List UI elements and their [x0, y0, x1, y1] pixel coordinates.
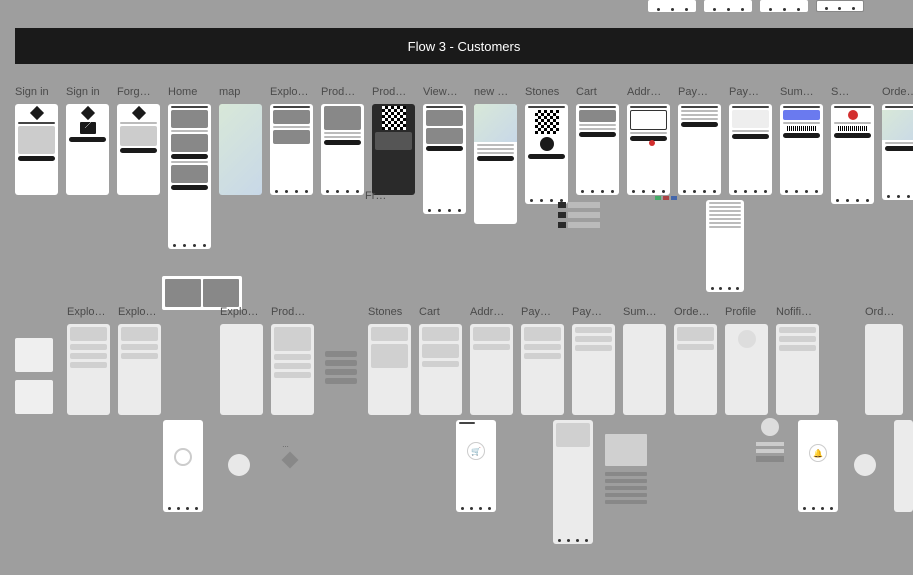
ellipsis-label: …	[282, 442, 289, 449]
frame-address1[interactable]: Addr…	[627, 86, 670, 249]
section-title: Flow 3 - Customers	[408, 39, 521, 54]
frame-view[interactable]: View…	[423, 86, 466, 249]
frame-order2[interactable]: Orde…	[674, 306, 717, 415]
frames-row-2: Explo… Explo… Explo… Prod… Stones Cart A…	[15, 306, 903, 415]
frame-order1[interactable]: Orde…	[882, 86, 913, 249]
frame-new[interactable]: new …	[474, 86, 517, 249]
frame-explore4[interactable]: Explo…	[220, 306, 263, 415]
top-mini-thumbnails	[648, 0, 864, 12]
mini-thumb[interactable]	[816, 0, 864, 12]
extra-frame-loading[interactable]	[163, 420, 203, 512]
detail-color-chips	[655, 196, 677, 200]
frame-blank-pair[interactable]	[15, 306, 53, 415]
mini-thumb[interactable]	[704, 0, 752, 12]
frame-stones2[interactable]: Stones	[368, 306, 411, 415]
frame-gap1	[169, 306, 212, 415]
profile-stack	[756, 418, 784, 465]
frame-summary1[interactable]: Sum…	[780, 86, 823, 249]
mini-thumb[interactable]	[648, 0, 696, 12]
frame-product2[interactable]: Prod…	[372, 86, 415, 249]
detail-group-list	[558, 202, 600, 232]
frame-product3[interactable]: Prod…	[271, 306, 314, 415]
sticky-image-pair[interactable]	[162, 276, 242, 310]
frame-explore2[interactable]: Explo…	[67, 306, 110, 415]
frame-extra-label: Fr…	[365, 190, 386, 204]
extra-frame-long-list[interactable]	[553, 420, 593, 544]
frame-payment3[interactable]: Pay…	[521, 306, 564, 415]
mini-thumb[interactable]	[760, 0, 808, 12]
float-circle-1	[228, 454, 250, 476]
frame-address2[interactable]: Addr…	[470, 306, 513, 415]
frame-home[interactable]: Home	[168, 86, 211, 249]
float-circle-2	[854, 454, 876, 476]
frame-profile2[interactable]: Profile	[725, 306, 768, 415]
extra-frame-edge[interactable]	[894, 420, 913, 512]
frame-forgot[interactable]: Forg…	[117, 86, 160, 249]
frame-product1[interactable]: Prod…	[321, 86, 364, 249]
frames-row-1: Sign in Sign in Forg… Home map Explo… Pr…	[15, 86, 913, 249]
frame-signin1[interactable]: Sign in	[15, 86, 58, 249]
frame-notif[interactable]: Nofifi…	[776, 306, 819, 415]
frame-order3[interactable]: Ord…	[865, 306, 903, 415]
detail-lines-stack	[605, 434, 647, 507]
frame-explore3[interactable]: Explo…	[118, 306, 161, 415]
extra-frame-notif-bell[interactable]: 🔔	[798, 420, 838, 512]
frame-explore1[interactable]: Explo…	[270, 86, 313, 249]
frame-signin2[interactable]: Sign in	[66, 86, 109, 249]
frame-summary3[interactable]: Sum…	[623, 306, 666, 415]
extra-frame-cart-empty[interactable]: 🛒	[456, 420, 496, 512]
detail-thumb-payment-list[interactable]	[706, 200, 744, 292]
section-header: Flow 3 - Customers	[15, 28, 913, 64]
frame-payment4[interactable]: Pay…	[572, 306, 615, 415]
frame-detail-lines	[322, 306, 360, 415]
pin-icon	[649, 140, 655, 146]
frame-map[interactable]: map	[219, 86, 262, 249]
float-diamond-icon	[282, 452, 299, 469]
frame-summary2[interactable]: S…	[831, 86, 874, 249]
frame-cart2[interactable]: Cart	[419, 306, 462, 415]
